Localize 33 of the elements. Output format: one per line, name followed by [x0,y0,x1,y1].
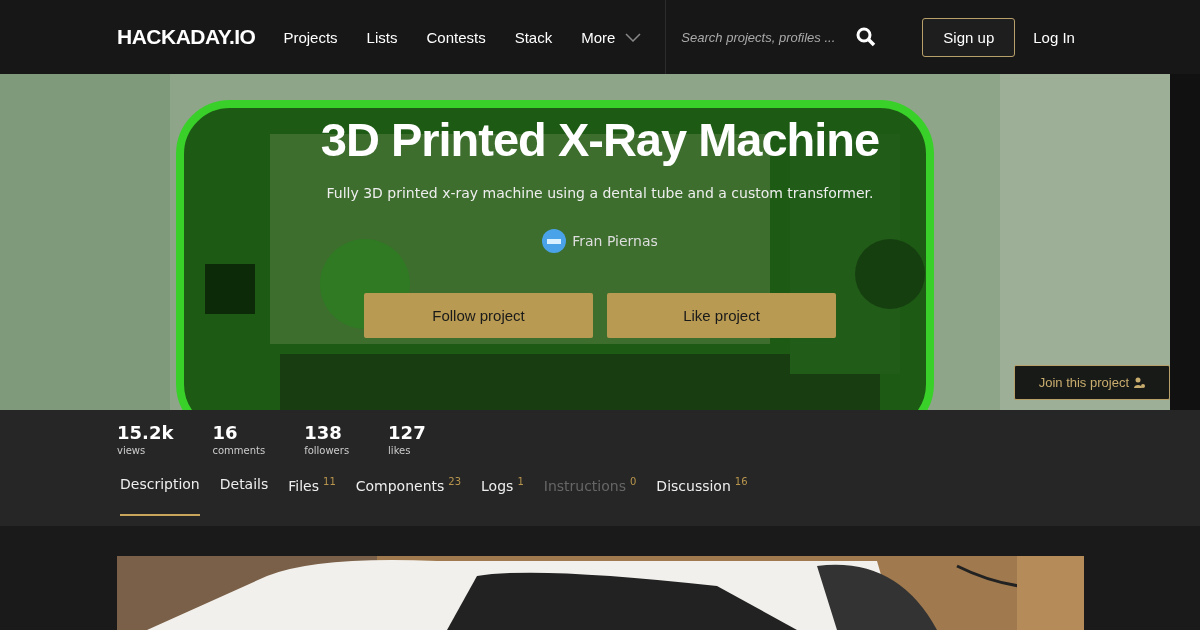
chevron-down-icon [625,32,642,42]
stat-label: followers [304,445,350,456]
user-plus-icon [1133,376,1145,389]
log-in-link[interactable]: Log In [1033,28,1075,46]
stat-label: likes [388,445,412,456]
avatar-icon [542,229,567,253]
stat-label: comments [212,445,266,456]
stat-value: 15.2k [117,422,174,443]
tab[interactable]: Logs $^{1}$ [481,476,524,516]
project-title: 3D Printed X-Ray Machine [320,112,880,167]
stat-value: 127 [388,422,426,443]
follow-button[interactable]: Follow project [364,293,593,338]
stat-value: 16 [212,422,239,443]
author-link[interactable]: Fran Piernas [542,229,658,253]
nav-link[interactable]: Stack [514,28,553,46]
nav-link[interactable]: Lists [366,28,398,46]
project-summary: Fully 3D printed x-ray machine using a dental tube and a custom transformer. [326,185,874,201]
more-menu[interactable]: More [581,28,642,46]
stat-value: 138 [304,422,343,443]
tab[interactable]: Discussion $^{16}$ [656,476,748,516]
search-field[interactable]: Search projects, profiles ... [679,28,849,46]
like-button[interactable]: Like project [607,293,836,338]
search-icon[interactable] [856,27,877,47]
stat-label: views [117,445,147,456]
nav-link[interactable]: Contests [426,28,486,46]
tab[interactable]: Details [219,476,269,516]
sign-up-button[interactable]: Sign up [922,17,1016,57]
tab[interactable]: Files $^{11}$ [288,476,336,516]
tab[interactable]: Description [120,476,200,516]
tab[interactable]: Components $^{23}$ [355,476,462,516]
site-logo[interactable]: HACKADAY.IO [117,25,256,49]
nav-link[interactable]: Projects [283,28,338,46]
join-project-button[interactable]: Join this project [1013,365,1170,400]
